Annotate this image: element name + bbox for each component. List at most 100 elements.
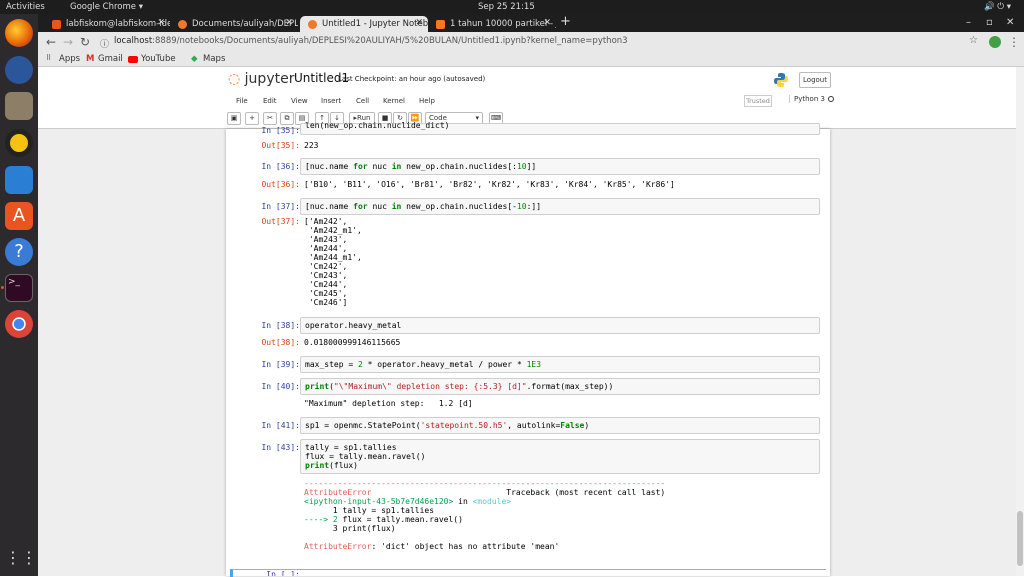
python-logo-icon [773, 72, 789, 88]
output-prompt: Out[37]: [261, 217, 300, 226]
menu-icon[interactable]: ⋮ [1008, 35, 1020, 49]
kernel-idle-icon [827, 96, 834, 102]
code-cell-input[interactable]: sp1 = openmc.StatePoint('statepoint.50.h… [300, 417, 820, 434]
cell-prompt: In [40]: [261, 382, 300, 391]
tab-untitled1[interactable]: Untitled1 - Jupyter Noteb ✕ [300, 16, 428, 32]
add-cell-icon[interactable]: + [245, 112, 259, 125]
code-cell-input[interactable]: print("\"Maximum\" depletion step: {:5.3… [300, 378, 820, 395]
software-center-icon[interactable]: A [5, 202, 33, 230]
tab-documents[interactable]: Documents/auliyah/DEPLE ✕ [170, 16, 298, 32]
code-cell-input[interactable]: max_step = 2 * operator.heavy_metal / po… [300, 356, 820, 373]
close-icon[interactable]: ✕ [543, 18, 551, 28]
menu-view[interactable]: View [291, 97, 308, 105]
tab-partikel[interactable]: 1 tahun 10000 partikel - Ju ✕ [428, 16, 556, 32]
traceback-label: Traceback (most recent call last) [506, 488, 666, 497]
clock[interactable]: Sep 25 21:15 [478, 2, 535, 12]
code-cell-input[interactable]: [nuc.name for nuc in new_op.chain.nuclid… [300, 158, 820, 175]
close-window-icon[interactable]: ✕ [1006, 17, 1014, 28]
back-icon[interactable]: ← [46, 35, 56, 49]
cell-prompt: In [39]: [261, 360, 300, 369]
cell-output: 0.018000999146115665 [304, 338, 401, 347]
code-cell-input[interactable]: operator.heavy_metal [300, 317, 820, 334]
kernel-indicator: Python 3 [789, 95, 834, 103]
menu-help[interactable]: Help [419, 97, 435, 105]
traceback-arrow: ----> 2 [304, 515, 343, 524]
system-top-bar: Activities Google Chrome ▾ Sep 25 21:15 … [0, 0, 1024, 14]
tab-title: Untitled1 - Jupyter Noteb [322, 19, 428, 29]
menu-cell[interactable]: Cell [356, 97, 369, 105]
notebook-container: In [35]: len(new_op.chain.nuclide_dict) … [226, 121, 830, 577]
bookmark-apps[interactable]: Apps [59, 54, 80, 64]
code-text: operator.heavy_metal [305, 321, 402, 330]
jupyter-favicon-icon [178, 20, 187, 29]
show-apps-icon[interactable]: ⋮⋮ [5, 544, 37, 572]
minimize-icon[interactable]: – [966, 17, 971, 28]
code-cell-input[interactable]: [nuc.name for nuc in new_op.chain.nuclid… [300, 198, 820, 215]
scrollbar-thumb[interactable] [1017, 511, 1023, 566]
copy-icon[interactable]: ⧉ [280, 112, 294, 125]
tab-title: Documents/auliyah/DEPLE [192, 19, 298, 29]
rhythmbox-icon[interactable] [5, 129, 33, 157]
kernel-name: Python 3 [794, 95, 825, 103]
traceback-line: 3 print(flux) [304, 524, 396, 533]
cell-prompt: In [37]: [261, 202, 300, 211]
traceback-in: in [453, 497, 473, 506]
activities-button[interactable]: Activities [6, 2, 45, 12]
url-path: :8889/notebooks/Documents/auliyah/DEPLES… [152, 36, 628, 46]
cell-prompt: In [ ]: [266, 570, 300, 576]
tab-terminal[interactable]: labfiskom@labfiskom-ide ✕ [44, 16, 170, 32]
app-menu-label: Google Chrome [70, 2, 137, 12]
page-scrollbar[interactable] [1016, 67, 1024, 576]
new-tab-button[interactable]: + [560, 14, 571, 29]
reload-icon[interactable]: ↻ [80, 35, 90, 49]
profile-avatar[interactable] [989, 36, 1001, 48]
code-cell-input[interactable]: tally = sp1.tallies flux = tally.mean.ra… [300, 439, 820, 474]
traceback-module: <module> [472, 497, 512, 506]
forward-icon[interactable]: → [63, 35, 73, 49]
jupyter-logo-icon: ◌ [228, 71, 241, 87]
chrome-icon[interactable] [5, 310, 33, 338]
trusted-badge[interactable]: Trusted [744, 95, 772, 107]
error-message: : 'dict' object has no attribute 'mean' [371, 542, 560, 551]
url-field[interactable]: localhost:8889/notebooks/Documents/auliy… [114, 36, 628, 46]
bookmark-maps[interactable]: Maps [203, 54, 225, 64]
menu-edit[interactable]: Edit [263, 97, 277, 105]
logout-button[interactable]: Logout [799, 72, 831, 88]
code-text: len(new_op.chain.nuclide_dict) [305, 121, 450, 130]
libreoffice-writer-icon[interactable] [5, 166, 33, 194]
jupyter-header: ◌ jupyter Untitled1 Last Checkpoint: an … [38, 67, 1016, 129]
cell-output: 223 [304, 141, 319, 150]
checkpoint-status: Last Checkpoint: an hour ago (autosaved) [338, 75, 486, 83]
cut-icon[interactable]: ✂ [263, 112, 277, 125]
save-icon[interactable]: ▣ [227, 112, 241, 125]
app-menu[interactable]: Google Chrome ▾ [70, 2, 143, 12]
cell-prompt: In [35]: [261, 126, 300, 135]
bookmark-youtube[interactable]: YouTube [141, 54, 176, 64]
menu-kernel[interactable]: Kernel [383, 97, 405, 105]
running-indicator [1, 286, 4, 289]
thunderbird-icon[interactable] [5, 56, 33, 84]
youtube-icon [128, 56, 138, 63]
info-icon[interactable]: ⓘ [100, 37, 109, 50]
help-icon[interactable]: ? [5, 238, 33, 266]
tab-title: labfiskom@labfiskom-ide [66, 19, 170, 29]
code-cell-input[interactable]: len(new_op.chain.nuclide_dict) [300, 121, 820, 135]
firefox-icon[interactable] [5, 19, 33, 47]
maximize-icon[interactable]: ▫ [986, 17, 993, 28]
close-icon[interactable]: ✕ [415, 18, 423, 28]
files-icon[interactable] [5, 92, 33, 120]
cell-prompt: In [41]: [261, 421, 300, 430]
bookmark-star-icon[interactable]: ☆ [969, 35, 978, 46]
close-icon[interactable]: ✕ [157, 18, 165, 28]
menu-file[interactable]: File [236, 97, 248, 105]
volume-icon[interactable]: 🔊 ⏻ ▾ [984, 2, 1011, 12]
bookmark-gmail[interactable]: Gmail [98, 54, 123, 64]
output-prompt: Out[38]: [261, 338, 300, 347]
menu-insert[interactable]: Insert [321, 97, 341, 105]
close-icon[interactable]: ✕ [285, 18, 293, 28]
apps-icon: ⠿ [46, 54, 52, 62]
jupyter-logo[interactable]: ◌ jupyter [228, 71, 294, 87]
traceback-line: flux = tally.mean.ravel() [342, 515, 463, 524]
terminal-icon[interactable]: >_ [5, 274, 33, 302]
dock: A ? >_ ⋮⋮ [0, 14, 38, 576]
